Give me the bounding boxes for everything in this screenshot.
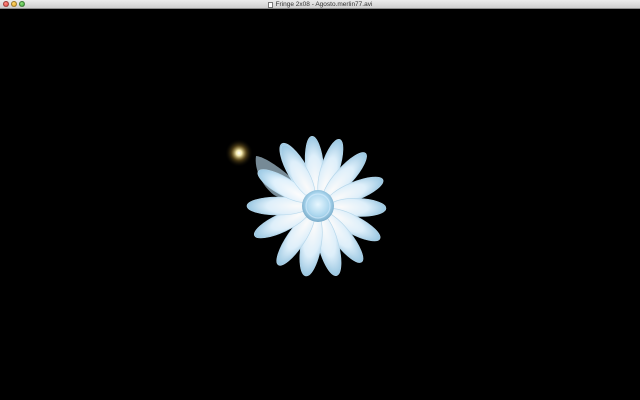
window-title-wrap: Fringe 2x08 - Agosto.merlin77.avi bbox=[0, 0, 640, 9]
window-title: Fringe 2x08 - Agosto.merlin77.avi bbox=[275, 1, 373, 8]
flower-center bbox=[302, 190, 334, 222]
document-icon bbox=[267, 1, 273, 8]
video-player-window: Fringe 2x08 - Agosto.merlin77.avi bbox=[0, 0, 640, 400]
daisy-flower bbox=[246, 135, 387, 277]
light-glow bbox=[225, 139, 253, 167]
video-frame[interactable] bbox=[0, 9, 640, 400]
video-scene bbox=[225, 135, 387, 277]
title-bar[interactable]: Fringe 2x08 - Agosto.merlin77.avi bbox=[0, 0, 640, 9]
